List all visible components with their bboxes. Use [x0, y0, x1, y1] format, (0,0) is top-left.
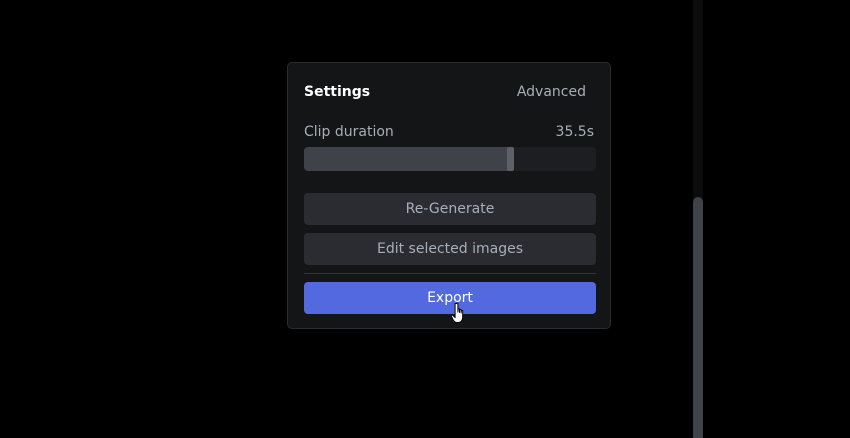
clip-duration-row: Clip duration 35.5s — [304, 124, 594, 142]
edit-selected-images-button[interactable]: Edit selected images — [304, 233, 596, 265]
panel-title: Settings — [304, 84, 371, 100]
settings-header: Settings Advanced — [304, 82, 594, 104]
scrollbar-thumb[interactable] — [693, 197, 703, 438]
clip-duration-slider[interactable] — [304, 147, 596, 171]
page-scrollbar[interactable] — [693, 0, 703, 438]
advanced-button[interactable]: Advanced — [517, 84, 586, 100]
regenerate-button[interactable]: Re-Generate — [304, 193, 596, 225]
settings-panel: Settings Advanced Clip duration 35.5s Re… — [287, 62, 611, 329]
clip-duration-label: Clip duration — [304, 124, 394, 140]
slider-handle[interactable] — [507, 147, 514, 171]
hand-pointer-icon — [450, 302, 464, 323]
divider — [304, 273, 596, 274]
slider-fill — [304, 147, 511, 171]
clip-duration-value: 35.5s — [555, 124, 594, 140]
